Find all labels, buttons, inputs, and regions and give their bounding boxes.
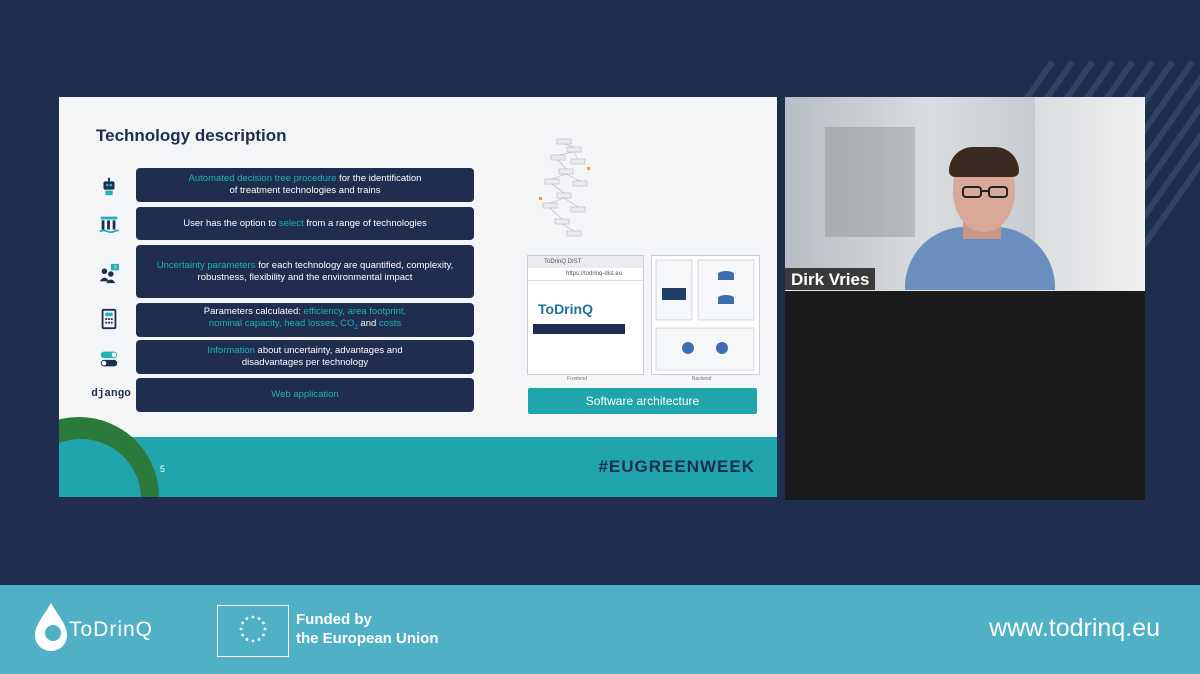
row-text: about uncertainty, advantages and [254, 345, 403, 356]
row-highlight: Uncertainty parameters [156, 259, 256, 271]
row-highlight: select [278, 217, 304, 229]
django-logo: django [91, 388, 131, 400]
row-highlight: costs [378, 318, 402, 330]
bottom-banner: ToDrinQ Funded by the European Union www… [0, 585, 1200, 674]
presentation-slide: Technology description Automated decisio… [59, 97, 777, 497]
todrinq-logo: ToDrinQ [33, 603, 193, 653]
row-text: from a range of technologies [303, 217, 427, 229]
row-uncertainty: Uncertainty parameters for each technolo… [136, 245, 474, 298]
website-url[interactable]: www.todrinq.eu [989, 614, 1160, 643]
glasses-icon [962, 186, 1008, 198]
funded-by-text: Funded by the European Union [296, 610, 439, 648]
row-text: and [357, 318, 379, 330]
speaker-name-tag: Dirk Vries [785, 268, 876, 291]
row-text: for the identification [336, 173, 422, 184]
robot-icon [95, 172, 123, 200]
row-information: Information about uncertainty, advantage… [136, 340, 474, 374]
server-architecture-diagram [651, 255, 760, 375]
row-text-line2: of treatment technologies and trains [229, 185, 381, 196]
svg-text:?: ? [114, 265, 117, 271]
empty-video-area [785, 291, 1145, 500]
slide-footer: 5 #EUGREENWEEK [59, 417, 777, 497]
brand-name: ToDrinQ [69, 618, 154, 641]
eu-flag-icon [217, 605, 289, 657]
row-highlight: Automated decision tree procedure [188, 173, 337, 184]
row-parameters: Parameters calculated: efficiency, area … [136, 303, 474, 337]
row-text-line2: robustness, flexibility and the environm… [197, 271, 413, 283]
frontend-caption: Frontend [567, 376, 588, 382]
row-highlight: nominal capacity, head losses, CO [208, 318, 355, 330]
row-text: Parameters calculated: [203, 306, 304, 318]
speaker-video: Dirk Vries [785, 97, 1145, 291]
row-text: User has the option to [183, 217, 279, 229]
slide-page-number: 5 [160, 464, 166, 474]
software-architecture-label: Software architecture [528, 388, 757, 414]
backend-caption: Backend [692, 376, 712, 382]
background-window [1035, 97, 1145, 291]
row-select-technologies: User has the option to select from a ran… [136, 207, 474, 240]
speaker-hair [949, 147, 1019, 177]
toggle-icon [95, 345, 123, 373]
row-text-line2: disadvantages per technology [241, 357, 369, 368]
browser-url: https://todrinq-dist.eu [528, 268, 643, 281]
todrinq-logo-small: ToDrinQ [538, 301, 593, 317]
row-highlight: Web application [271, 389, 339, 400]
eu-green-week-hashtag: #EUGREENWEEK [598, 457, 755, 476]
decision-tree-diagram [539, 138, 590, 237]
browser-tab: ToDrinQ DIST [528, 256, 643, 268]
calculator-icon [95, 305, 123, 333]
browser-mockup: ToDrinQ DIST https://todrinq-dist.eu ToD… [527, 255, 644, 375]
water-treatment-icon [95, 210, 123, 238]
row-web-application: Web application [136, 378, 474, 412]
funded-line-1: Funded by [296, 611, 372, 628]
funded-line-2: the European Union [296, 630, 439, 647]
row-text: for each technology are quantified, comp… [255, 259, 454, 271]
browser-content-bar [533, 324, 625, 334]
row-highlight: Information [207, 345, 255, 356]
background-shelf [825, 127, 915, 237]
water-drop-icon [35, 603, 67, 651]
row-highlight: efficiency, area footprint, [303, 306, 407, 318]
slide-title: Technology description [96, 126, 287, 145]
people-question-icon: ? [95, 260, 123, 288]
row-decision-tree: Automated decision tree procedure for th… [136, 168, 474, 202]
